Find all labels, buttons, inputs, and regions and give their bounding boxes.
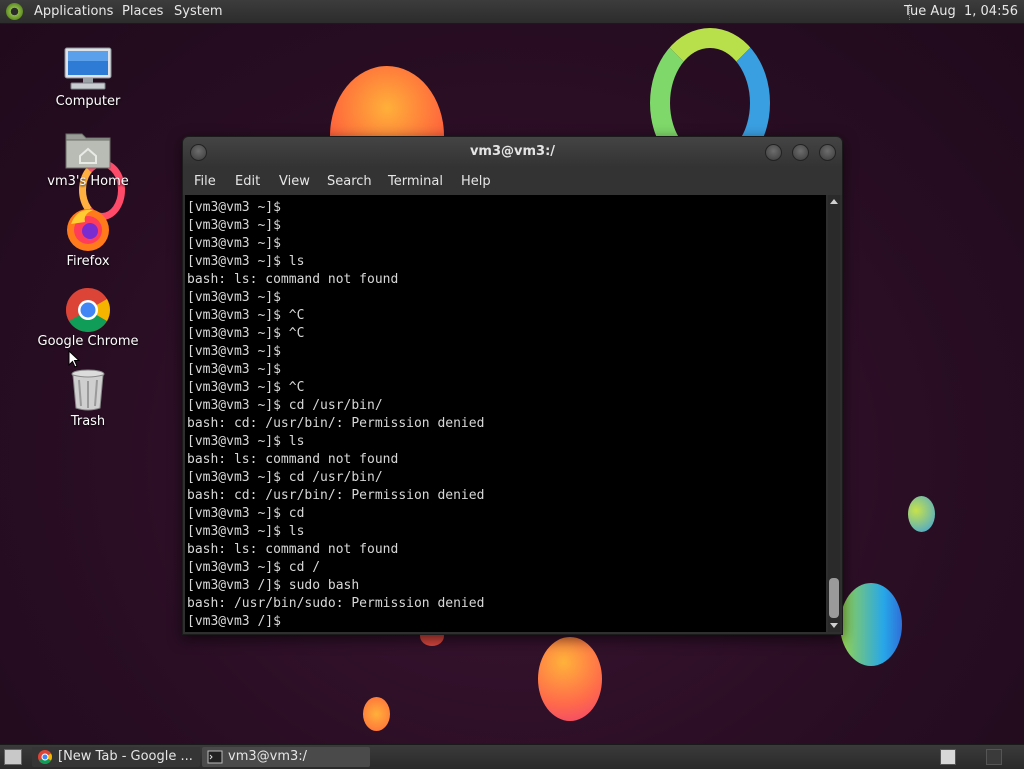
terminal-window[interactable]: vm3@vm3:/ File Edit View Search Terminal… xyxy=(182,136,843,635)
menu-terminal[interactable]: Terminal xyxy=(388,174,443,189)
firefox-icon xyxy=(63,206,113,252)
window-menu-button[interactable] xyxy=(190,144,207,161)
wallpaper-small-blob xyxy=(908,496,935,532)
terminal-icon xyxy=(207,750,223,764)
terminal-line: bash: ls: command not found xyxy=(187,272,399,287)
menu-search[interactable]: Search xyxy=(327,174,372,189)
wallpaper-orange-blob-bottom xyxy=(538,637,602,721)
terminal-line: [vm3@vm3 ~]$ xyxy=(187,218,281,233)
menu-help[interactable]: Help xyxy=(461,174,491,189)
taskbar-label: vm3@vm3:/ xyxy=(228,749,308,764)
terminal-line: [vm3@vm3 ~]$ cd /usr/bin/ xyxy=(187,470,383,485)
terminal-line: [vm3@vm3 ~]$ ^C xyxy=(187,380,305,395)
terminal-line: [vm3@vm3 ~]$ cd xyxy=(187,506,305,521)
close-button[interactable] xyxy=(819,144,836,161)
terminal-line: [vm3@vm3 ~]$ xyxy=(187,290,281,305)
distro-logo-icon[interactable] xyxy=(6,3,23,20)
terminal-menubar: File Edit View Search Terminal Help xyxy=(183,167,842,195)
desktop-icon-firefox[interactable]: Firefox xyxy=(33,206,143,269)
workspace-switcher[interactable] xyxy=(940,749,956,765)
trash-icon xyxy=(63,366,113,412)
terminal-line: [vm3@vm3 ~]$ ^C xyxy=(187,308,305,323)
terminal-line: [vm3@vm3 ~]$ ls xyxy=(187,524,305,539)
mouse-cursor-icon xyxy=(68,350,80,368)
terminal-scrollbar[interactable] xyxy=(828,195,840,632)
terminal-line: [vm3@vm3 ~]$ ^C xyxy=(187,326,305,341)
top-panel: Applications Places System Tue Aug 1, 04… xyxy=(0,0,1024,24)
wallpaper-green-blue-blob xyxy=(840,583,902,666)
desktop-icon-label: Google Chrome xyxy=(37,334,139,349)
terminal-output[interactable]: [vm3@vm3 ~]$ [vm3@vm3 ~]$ [vm3@vm3 ~]$ [vm3… xyxy=(185,195,826,632)
terminal-line: [vm3@vm3 ~]$ cd / xyxy=(187,560,321,575)
desktop-icon-label: Computer xyxy=(55,94,121,109)
menu-applications[interactable]: Applications xyxy=(34,4,113,19)
show-desktop-icon[interactable] xyxy=(4,749,22,765)
chrome-icon xyxy=(38,750,52,764)
desktop-icon-label: Firefox xyxy=(66,254,110,269)
chrome-icon xyxy=(63,286,113,332)
scroll-down-arrow-icon[interactable] xyxy=(830,623,838,628)
desktop-icon-computer[interactable]: Computer xyxy=(33,46,143,109)
wallpaper-tiny-orange-blob xyxy=(363,697,390,731)
desktop-icon-chrome[interactable]: Google Chrome xyxy=(33,286,143,349)
menu-system[interactable]: System xyxy=(174,4,222,19)
terminal-line: [vm3@vm3 ~]$ ls xyxy=(187,254,305,269)
menu-edit[interactable]: Edit xyxy=(235,174,260,189)
terminal-line: bash: cd: /usr/bin/: Permission denied xyxy=(187,416,485,431)
desktop-icon-label: Trash xyxy=(70,414,106,429)
taskbar-chrome[interactable]: [New Tab - Google ... xyxy=(32,747,200,767)
terminal-line: [vm3@vm3 ~]$ xyxy=(187,200,281,215)
clock[interactable]: Tue Aug 1, 04:56 xyxy=(904,4,1018,19)
home-folder-icon xyxy=(63,126,113,172)
terminal-line: [vm3@vm3 /]$ xyxy=(187,614,281,629)
terminal-line: bash: ls: command not found xyxy=(187,542,399,557)
menu-view[interactable]: View xyxy=(279,174,310,189)
computer-icon xyxy=(63,46,113,92)
scrollbar-thumb[interactable] xyxy=(829,578,839,618)
menu-places[interactable]: Places xyxy=(122,4,163,19)
desktop-icon-trash[interactable]: Trash xyxy=(33,366,143,429)
terminal-line: [vm3@vm3 ~]$ xyxy=(187,362,281,377)
terminal-line: [vm3@vm3 ~]$ xyxy=(187,236,281,251)
window-title: vm3@vm3:/ xyxy=(469,144,556,159)
taskbar-terminal[interactable]: vm3@vm3:/ xyxy=(202,747,370,767)
menu-file[interactable]: File xyxy=(194,174,216,189)
taskbar-label: [New Tab - Google ... xyxy=(58,749,193,764)
scroll-up-arrow-icon[interactable] xyxy=(830,199,838,204)
terminal-line: bash: cd: /usr/bin/: Permission denied xyxy=(187,488,485,503)
terminal-line: [vm3@vm3 ~]$ cd /usr/bin/ xyxy=(187,398,383,413)
minimize-button[interactable] xyxy=(765,144,782,161)
terminal-line: bash: /usr/bin/sudo: Permission denied xyxy=(187,596,485,611)
terminal-text: [vm3@vm3 ~]$ [vm3@vm3 ~]$ [vm3@vm3 ~]$ [vm3… xyxy=(185,195,826,631)
terminal-titlebar[interactable]: vm3@vm3:/ xyxy=(183,137,842,167)
desktop-icon-label: vm3's Home xyxy=(47,174,129,189)
terminal-line: [vm3@vm3 ~]$ xyxy=(187,344,281,359)
terminal-line: bash: ls: command not found xyxy=(187,452,399,467)
terminal-line: [vm3@vm3 /]$ sudo bash xyxy=(187,578,360,593)
workspace-switcher-2[interactable] xyxy=(986,749,1002,765)
maximize-button[interactable] xyxy=(792,144,809,161)
terminal-line: [vm3@vm3 ~]$ ls xyxy=(187,434,305,449)
bottom-panel: [New Tab - Google ... vm3@vm3:/ xyxy=(0,744,1024,769)
desktop-icon-home[interactable]: vm3's Home xyxy=(33,126,143,189)
